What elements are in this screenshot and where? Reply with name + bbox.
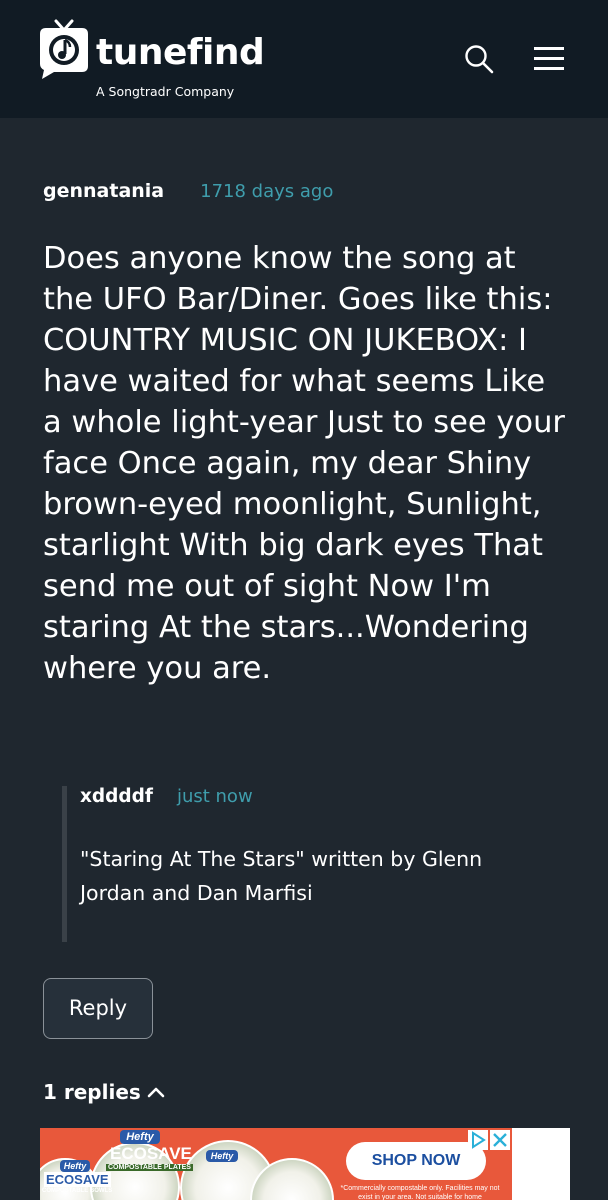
tunefind-logo-icon[interactable] xyxy=(34,18,94,80)
ad-disclaimer: *Commercially compostable only. Faciliti… xyxy=(340,1185,500,1200)
ad-choices-icon[interactable] xyxy=(468,1130,488,1150)
ad-subtitle: COMPOSTABLE BOWLS xyxy=(42,1188,113,1194)
comment-meta: gennatania 1718 days ago xyxy=(43,180,573,210)
ad-ecosave-label: ECOSAVE xyxy=(110,1144,192,1163)
ad-brand-badge: Hefty xyxy=(120,1130,160,1144)
ad-close-icon[interactable] xyxy=(490,1130,510,1150)
chevron-up-icon xyxy=(147,1087,165,1098)
ad-subtitle: COMPOSTABLE PLATES xyxy=(106,1164,193,1171)
ad-ecosave-label: ECOSAVE xyxy=(44,1172,111,1187)
comment-timestamp[interactable]: 1718 days ago xyxy=(200,181,333,202)
reply-meta: xddddf just now xyxy=(80,786,532,816)
reply-comment: xddddf just now "Staring At The Stars" w… xyxy=(62,786,532,942)
shop-now-button[interactable]: SHOP NOW xyxy=(346,1142,486,1180)
site-header: tunefind A Songtradr Company xyxy=(0,0,608,118)
comment-author[interactable]: gennatania xyxy=(43,180,164,202)
reply-body: "Staring At The Stars" written by Glenn … xyxy=(80,847,483,905)
advertisement-banner[interactable]: Hefty ECOSAVE COMPOSTABLE BOWLS Hefty EC… xyxy=(40,1128,512,1200)
reply-timestamp[interactable]: just now xyxy=(177,786,253,807)
replies-count-label: 1 replies xyxy=(43,1080,141,1104)
ad-side-strip xyxy=(512,1128,570,1200)
ad-brand-badge: Hefty xyxy=(60,1160,90,1172)
replies-toggle[interactable]: 1 replies xyxy=(43,1080,165,1104)
comment: gennatania 1718 days ago Does anyone kno… xyxy=(43,180,573,689)
search-icon[interactable] xyxy=(462,42,496,76)
brand-name[interactable]: tunefind xyxy=(96,32,265,73)
hamburger-menu-icon[interactable] xyxy=(532,43,566,75)
ad-brand-badge: Hefty xyxy=(206,1150,238,1162)
reply-author[interactable]: xddddf xyxy=(80,786,153,807)
brand-tagline: A Songtradr Company xyxy=(96,84,235,99)
comment-body: Does anyone know the song at the UFO Bar… xyxy=(43,241,565,686)
reply-button[interactable]: Reply xyxy=(43,978,153,1039)
